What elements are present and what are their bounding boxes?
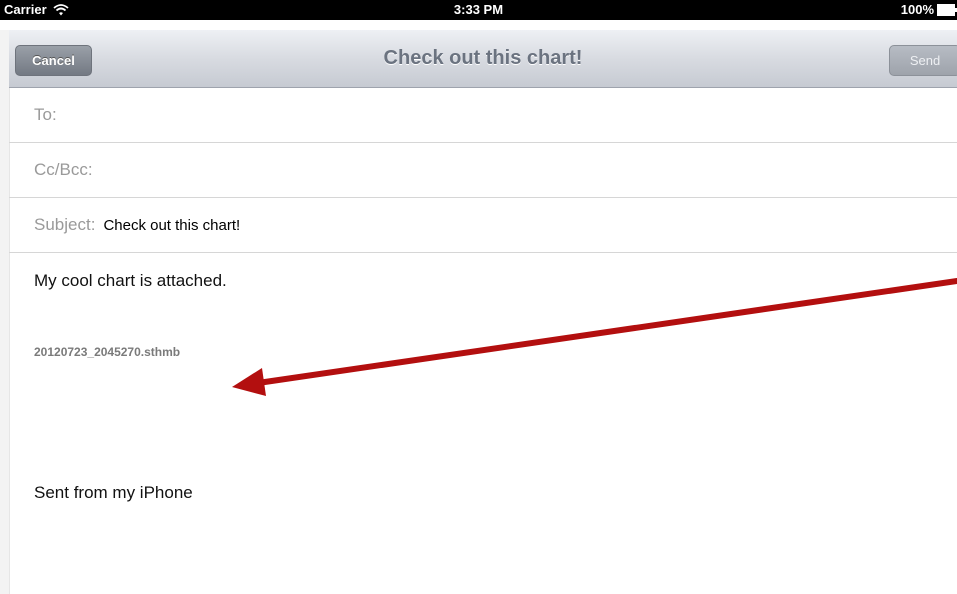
- arrow-head-icon: [232, 368, 266, 396]
- cc-bcc-input[interactable]: [101, 155, 957, 185]
- message-body-text[interactable]: My cool chart is attached.: [34, 271, 227, 291]
- signature-text[interactable]: Sent from my iPhone: [34, 483, 193, 503]
- attachment-filename[interactable]: 20120723_2045270.sthmb: [34, 345, 180, 359]
- battery-percent: 100%: [900, 2, 934, 17]
- annotation-arrow-shaft: [255, 278, 957, 386]
- battery-icon: [937, 3, 957, 16]
- status-right: 100%: [900, 2, 957, 17]
- status-time: 3:33 PM: [453, 2, 504, 17]
- send-button[interactable]: Send: [889, 45, 957, 76]
- to-field[interactable]: To:: [9, 88, 957, 143]
- navigation-bar: Cancel Check out this chart! Send: [9, 30, 957, 88]
- to-label: To:: [34, 105, 57, 124]
- status-bar: Carrier 3:33 PM 100%: [0, 0, 957, 20]
- subject-input[interactable]: Check out this chart!: [103, 217, 240, 234]
- cc-bcc-field[interactable]: Cc/Bcc:: [9, 143, 957, 198]
- subject-field[interactable]: Subject: Check out this chart!: [9, 198, 957, 253]
- page-title: Check out this chart!: [383, 47, 583, 69]
- to-input[interactable]: [65, 100, 957, 130]
- mail-compose-screen: Carrier 3:33 PM 100% Cancel Check out th…: [0, 0, 957, 594]
- cc-bcc-label: Cc/Bcc:: [34, 160, 93, 179]
- subject-label: Subject:: [34, 215, 96, 234]
